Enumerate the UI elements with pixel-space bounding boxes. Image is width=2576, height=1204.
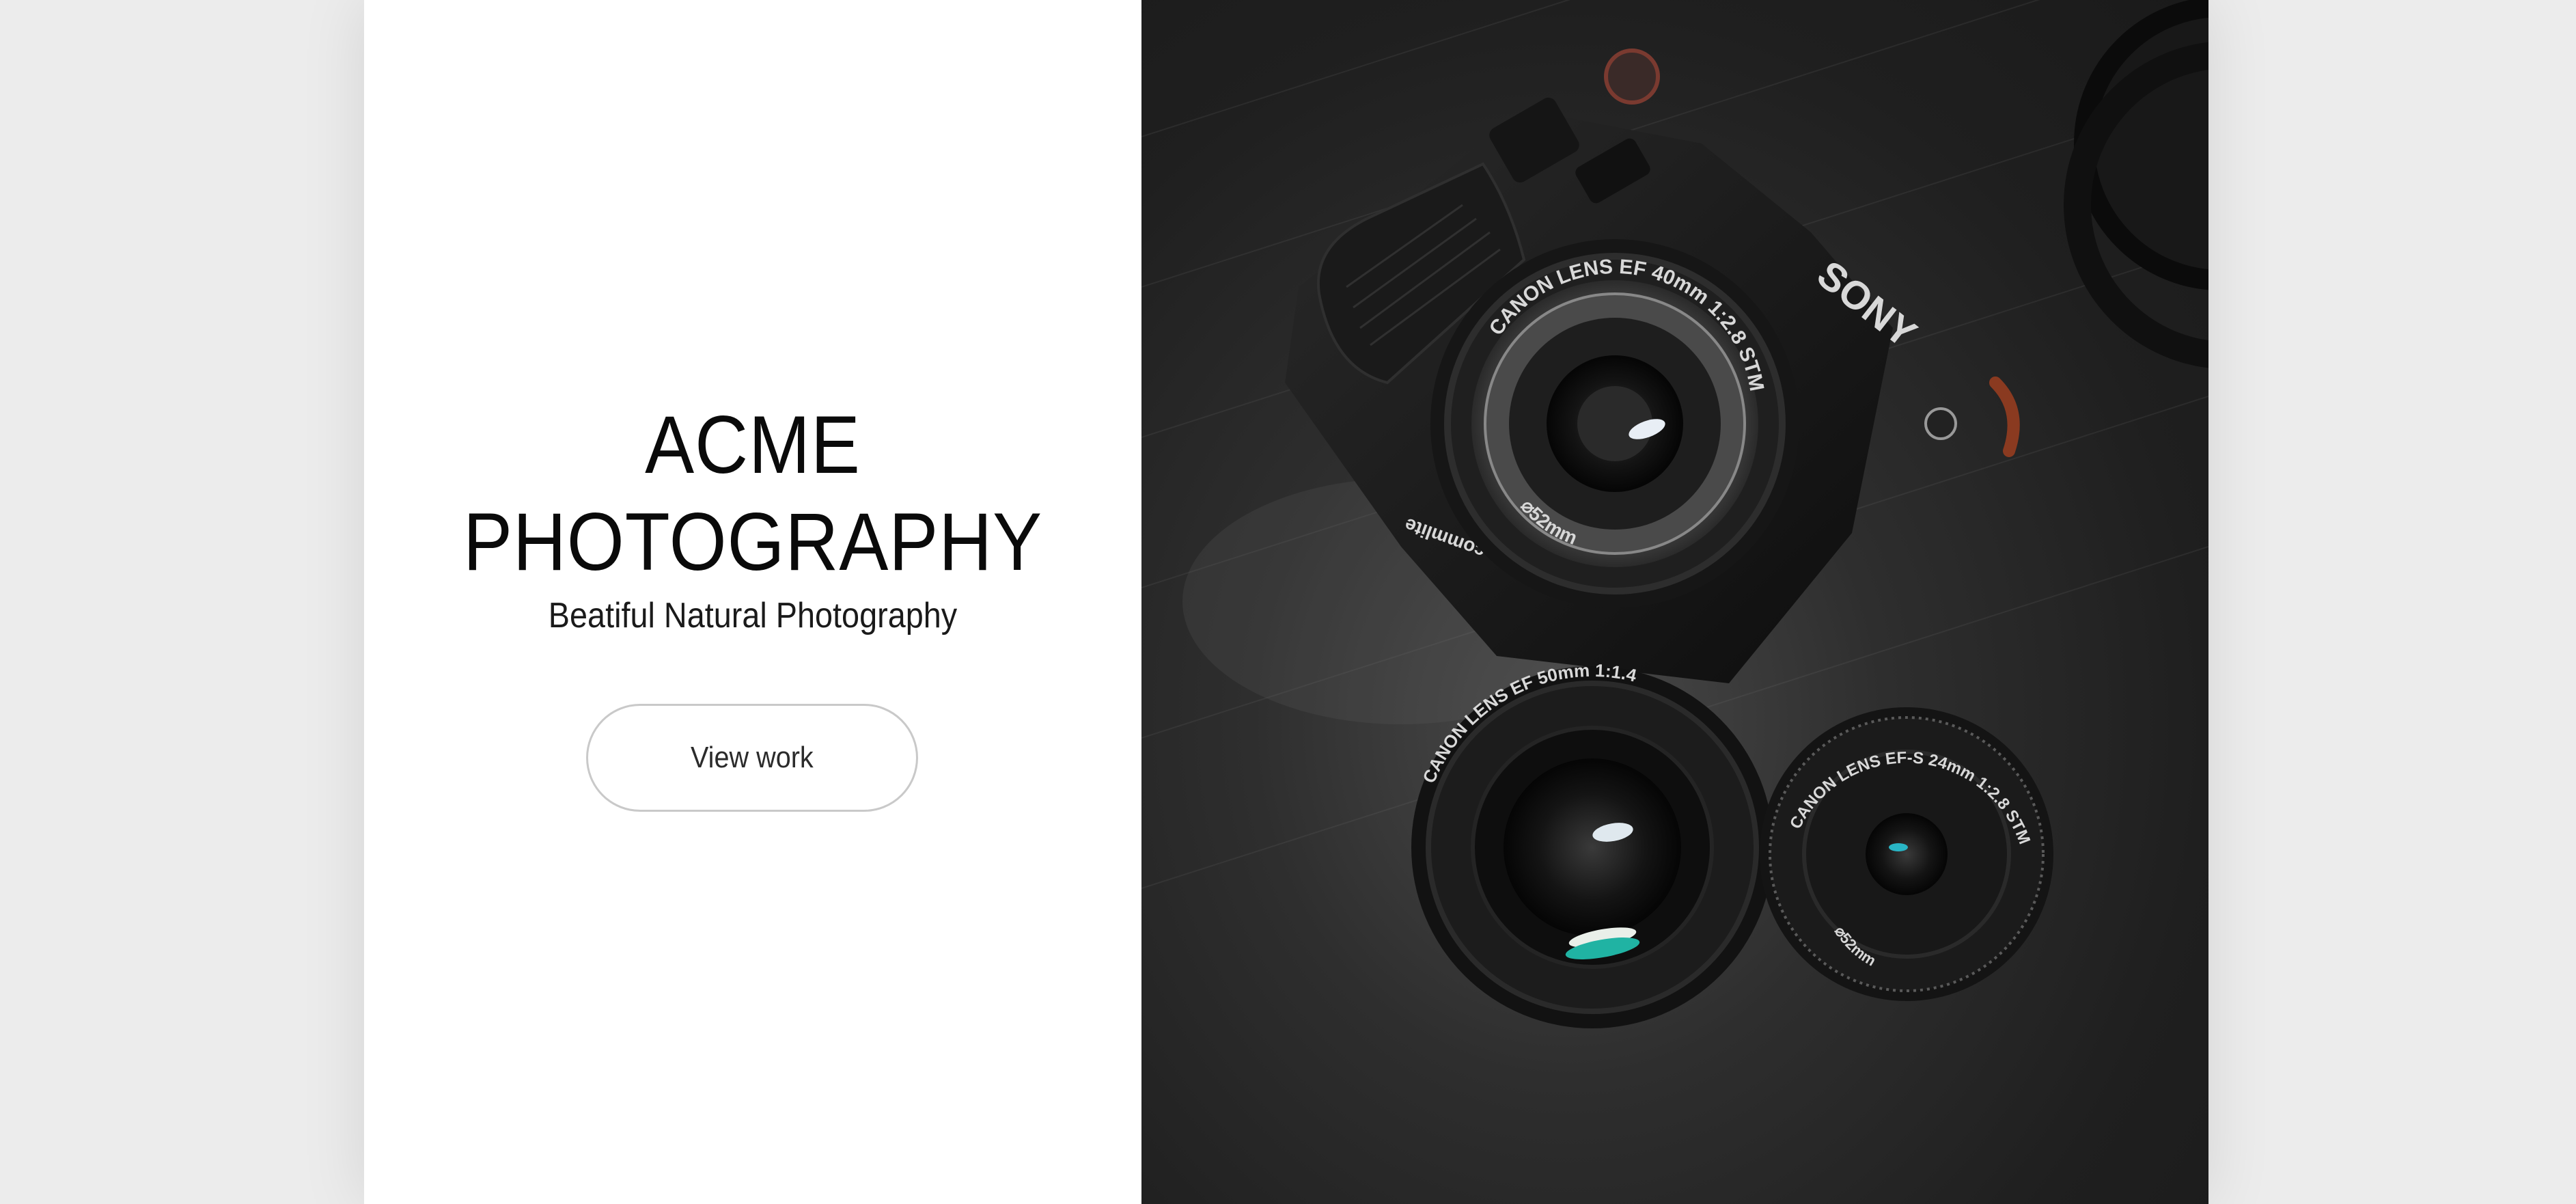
- landing-page: ACME PHOTOGRAPHY Beatiful Natural Photog…: [364, 0, 2208, 1204]
- view-work-label: View work: [691, 741, 814, 774]
- view-work-button[interactable]: View work: [586, 704, 918, 812]
- hero-text-panel: ACME PHOTOGRAPHY Beatiful Natural Photog…: [364, 0, 1141, 1204]
- small-ring: [1604, 49, 1660, 105]
- camera-photo-illustration: SONY commlite CANON LENS EF 40mm 1:2.8 S…: [1141, 0, 2208, 1028]
- lens-24mm: CANON LENS EF-S 24mm 1:2.8 STM ⌀52mm: [1760, 707, 2053, 1001]
- brand-title-line2: PHOTOGRAPHY: [462, 496, 1043, 588]
- lens-50mm: CANON LENS EF 50mm 1:1.4: [1411, 660, 1773, 1028]
- hero-photo: SONY commlite CANON LENS EF 40mm 1:2.8 S…: [1141, 0, 2208, 1204]
- brand-title-line1: ACME: [645, 399, 861, 491]
- tagline: Beatiful Natural Photography: [548, 596, 958, 635]
- main-lens: CANON LENS EF 40mm 1:2.8 STM ⌀52mm: [1430, 239, 1799, 608]
- hero-heading-group: ACME PHOTOGRAPHY Beatiful Natural Photog…: [364, 396, 1141, 640]
